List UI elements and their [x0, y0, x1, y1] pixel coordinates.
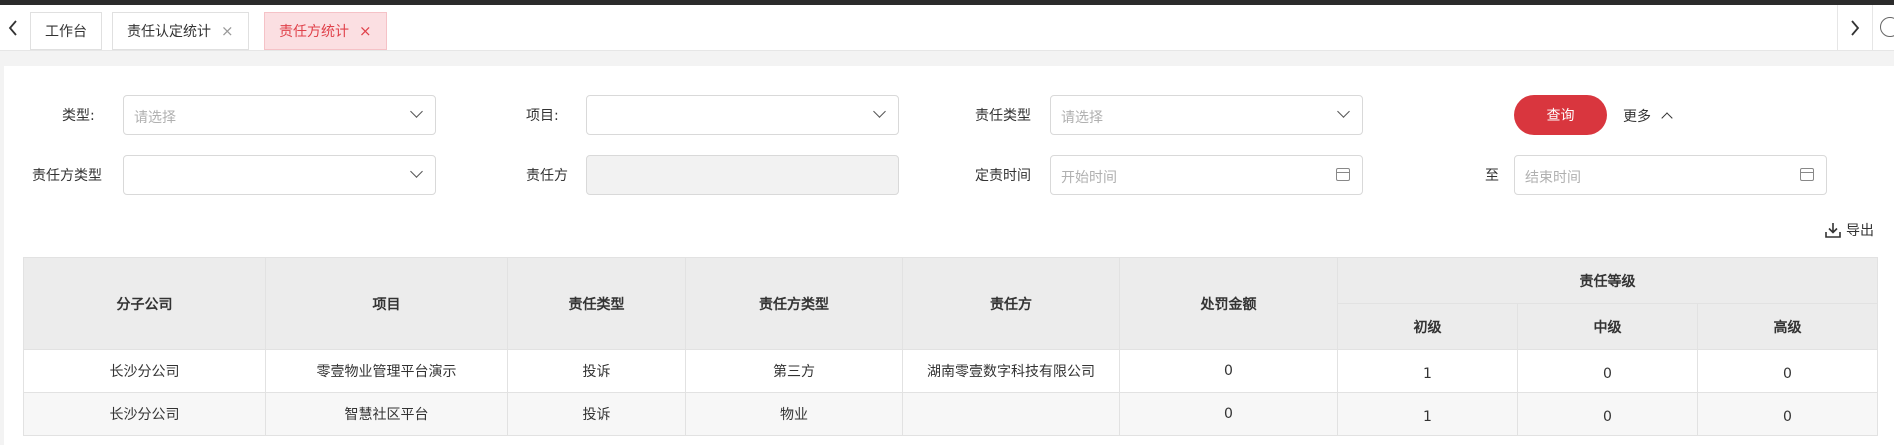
- cell-party-type: 物业: [685, 392, 903, 436]
- type-label: 类型:: [62, 108, 95, 124]
- cell-value: 1: [1423, 365, 1432, 382]
- project-label: 项目:: [526, 108, 559, 124]
- duty-type-placeholder: 请选择: [1061, 110, 1103, 126]
- table-row: 长沙分公司 零壹物业管理平台演示 投诉 第三方 湖南零壹数字科技有限公司 0 1…: [23, 349, 1878, 393]
- cell-party: [902, 392, 1120, 436]
- project-select[interactable]: [586, 95, 899, 135]
- col-header-penalty: 处罚金额: [1119, 257, 1338, 350]
- close-icon[interactable]: ×: [221, 22, 234, 40]
- type-select[interactable]: 请选择: [123, 95, 436, 135]
- cell-value: 0: [1603, 408, 1612, 425]
- tab-duty-stats[interactable]: 责任认定统计 ×: [112, 12, 249, 50]
- chevron-down-icon: [1337, 105, 1350, 118]
- tab-label: 责任方统计: [279, 24, 349, 40]
- cell-penalty: 0: [1119, 392, 1338, 436]
- col-header-company: 分子公司: [23, 257, 266, 350]
- export-label: 导出: [1846, 223, 1874, 239]
- cell-duty-type: 投诉: [507, 349, 686, 393]
- chevron-down-icon: [873, 105, 886, 118]
- col-header-party: 责任方: [902, 257, 1120, 350]
- cell-duty-type: 投诉: [507, 392, 686, 436]
- col-header-level-low: 初级: [1337, 303, 1518, 350]
- cell-value: 0: [1783, 408, 1792, 425]
- download-icon: [1825, 223, 1841, 238]
- cell-level-mid: 0: [1517, 349, 1698, 393]
- col-header-level-high: 高级: [1697, 303, 1878, 350]
- cell-value: 0: [1783, 365, 1792, 382]
- party-input: [586, 155, 899, 195]
- cell-project: 智慧社区平台: [265, 392, 508, 436]
- type-placeholder: 请选择: [134, 110, 176, 126]
- tab-scroll-left-icon[interactable]: [0, 5, 26, 50]
- party-label: 责任方: [526, 168, 568, 184]
- table-row: 长沙分公司 智慧社区平台 投诉 物业 0 1 0 0: [23, 392, 1878, 436]
- chevron-down-icon: [410, 105, 423, 118]
- close-all-tabs-icon[interactable]: [1880, 17, 1894, 37]
- col-header-duty-type: 责任类型: [507, 257, 686, 350]
- chevron-down-icon: [410, 165, 423, 178]
- chevron-up-icon: [1661, 112, 1673, 124]
- party-type-select[interactable]: [123, 155, 436, 195]
- cell-value: 1: [1423, 408, 1432, 425]
- tab-workbench[interactable]: 工作台: [30, 12, 102, 50]
- tab-strip: 工作台 责任认定统计 × 责任方统计 ×: [0, 5, 1894, 51]
- cell-party-type: 第三方: [685, 349, 903, 393]
- query-button[interactable]: 查询: [1514, 95, 1607, 135]
- more-toggle[interactable]: 更多: [1623, 106, 1673, 126]
- results-table: 分子公司 项目 责任类型 责任方类型 责任方 处罚金额 责任等级 初级 中级 高…: [23, 257, 1878, 436]
- party-type-label: 责任方类型: [32, 168, 102, 184]
- cell-project: 零壹物业管理平台演示: [265, 349, 508, 393]
- close-icon[interactable]: ×: [359, 22, 372, 40]
- calendar-icon: [1800, 168, 1814, 181]
- tab-scroll-right-icon[interactable]: [1837, 5, 1873, 50]
- cell-company: 长沙分公司: [23, 349, 266, 393]
- tab-label: 责任认定统计: [127, 24, 211, 40]
- duty-type-select[interactable]: 请选择: [1050, 95, 1363, 135]
- cell-party: 湖南零壹数字科技有限公司: [902, 349, 1120, 393]
- cell-company: 长沙分公司: [23, 392, 266, 436]
- to-label: 至: [1485, 168, 1499, 184]
- cell-value: 0: [1603, 365, 1612, 382]
- export-button[interactable]: 导出: [1824, 220, 1874, 240]
- cell-level-high: 0: [1697, 349, 1878, 393]
- col-header-level-mid: 中级: [1517, 303, 1698, 350]
- time-label: 定责时间: [975, 168, 1031, 184]
- tab-party-stats[interactable]: 责任方统计 ×: [264, 12, 387, 50]
- end-date-placeholder: 结束时间: [1525, 170, 1581, 186]
- col-header-project: 项目: [265, 257, 508, 350]
- cell-level-mid: 0: [1517, 392, 1698, 436]
- start-date-placeholder: 开始时间: [1061, 170, 1117, 186]
- cell-level-low: 1: [1337, 392, 1518, 436]
- start-date-input[interactable]: 开始时间: [1050, 155, 1363, 195]
- col-header-party-type: 责任方类型: [685, 257, 903, 350]
- end-date-input[interactable]: 结束时间: [1514, 155, 1827, 195]
- cell-level-low: 1: [1337, 349, 1518, 393]
- cell-penalty: 0: [1119, 349, 1338, 393]
- tab-label: 工作台: [45, 24, 87, 40]
- more-label: 更多: [1623, 109, 1651, 125]
- duty-type-label: 责任类型: [975, 108, 1031, 124]
- cell-level-high: 0: [1697, 392, 1878, 436]
- col-header-level: 责任等级: [1337, 257, 1878, 304]
- calendar-icon: [1336, 168, 1350, 181]
